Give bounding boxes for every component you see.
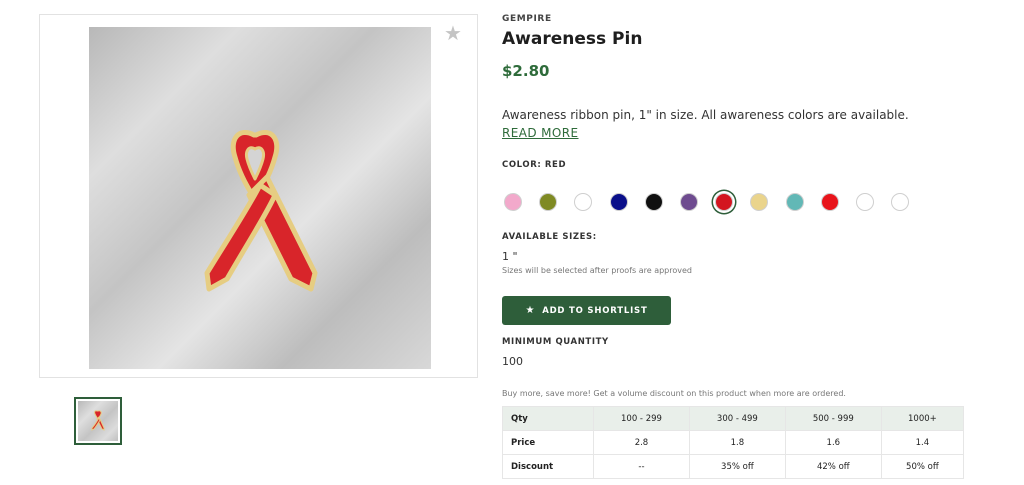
sizes-label: AVAILABLE SIZES:: [502, 232, 597, 242]
color-swatch-navy[interactable]: [609, 193, 628, 211]
add-to-shortlist-button[interactable]: ★ ADD TO SHORTLIST: [502, 296, 671, 325]
color-swatch-black[interactable]: [644, 193, 663, 211]
table-cell: 50% off: [880, 454, 965, 479]
table-cell: 1.8: [688, 430, 786, 455]
color-swatch-yellow[interactable]: [750, 193, 769, 211]
size-value: 1 ": [502, 250, 518, 263]
color-swatch-white[interactable]: [574, 193, 593, 211]
table-header-cell: Qty: [502, 406, 594, 431]
product-main-image[interactable]: [89, 27, 431, 369]
table-cell: --: [593, 454, 690, 479]
ribbon-thumbnail-icon: [91, 410, 105, 431]
table-header-cell: 100 - 299: [593, 406, 690, 431]
color-swatch-bright-red[interactable]: [820, 193, 839, 211]
table-row-price: Price 2.8 1.8 1.6 1.4: [502, 430, 965, 455]
color-swatch-red[interactable]: [715, 193, 734, 211]
product-price: $2.80: [502, 62, 550, 80]
volume-discount-note: Buy more, save more! Get a volume discou…: [502, 389, 846, 398]
brand-name: GEMPIRE: [502, 14, 552, 24]
table-cell: 1.6: [784, 430, 882, 455]
table-cell: 2.8: [593, 430, 690, 455]
color-label: COLOR: RED: [502, 160, 567, 170]
table-cell: Discount: [502, 454, 594, 479]
awareness-ribbon-image: [204, 130, 318, 292]
table-header-cell: 500 - 999: [784, 406, 882, 431]
color-swatch-pink[interactable]: [504, 193, 522, 211]
read-more-link[interactable]: READ MORE: [502, 126, 579, 140]
table-cell: 42% off: [784, 454, 882, 479]
favorite-star-icon[interactable]: ★: [443, 23, 463, 43]
table-cell: 35% off: [688, 454, 786, 479]
table-row-discount: Discount -- 35% off 42% off 50% off: [502, 454, 965, 479]
volume-pricing-table: Qty 100 - 299 300 - 499 500 - 999 1000+ …: [502, 406, 965, 479]
size-note: Sizes will be selected after proofs are …: [502, 266, 692, 275]
table-header-row: Qty 100 - 299 300 - 499 500 - 999 1000+: [502, 406, 965, 431]
table-cell: 1.4: [880, 430, 965, 455]
ribbon-thumbnail-image: [78, 401, 118, 441]
minimum-quantity-label: MINIMUM QUANTITY: [502, 337, 609, 347]
table-header-cell: 300 - 499: [688, 406, 786, 431]
color-swatches: [502, 190, 922, 214]
color-swatch-purple[interactable]: [680, 193, 698, 211]
product-description: Awareness ribbon pin, 1" in size. All aw…: [502, 108, 909, 122]
color-swatch-olive[interactable]: [539, 193, 558, 211]
color-swatch-white-3[interactable]: [891, 193, 910, 211]
product-title: Awareness Pin: [502, 29, 643, 49]
product-thumbnail[interactable]: [74, 397, 122, 445]
color-swatch-white-2[interactable]: [856, 193, 874, 211]
shortlist-button-label: ADD TO SHORTLIST: [542, 305, 648, 316]
table-header-cell: 1000+: [880, 406, 965, 431]
product-image-panel: ★: [39, 14, 478, 378]
minimum-quantity-value: 100: [502, 355, 523, 368]
color-swatch-teal[interactable]: [785, 193, 804, 211]
star-icon: ★: [525, 305, 536, 316]
table-cell: Price: [502, 430, 594, 455]
